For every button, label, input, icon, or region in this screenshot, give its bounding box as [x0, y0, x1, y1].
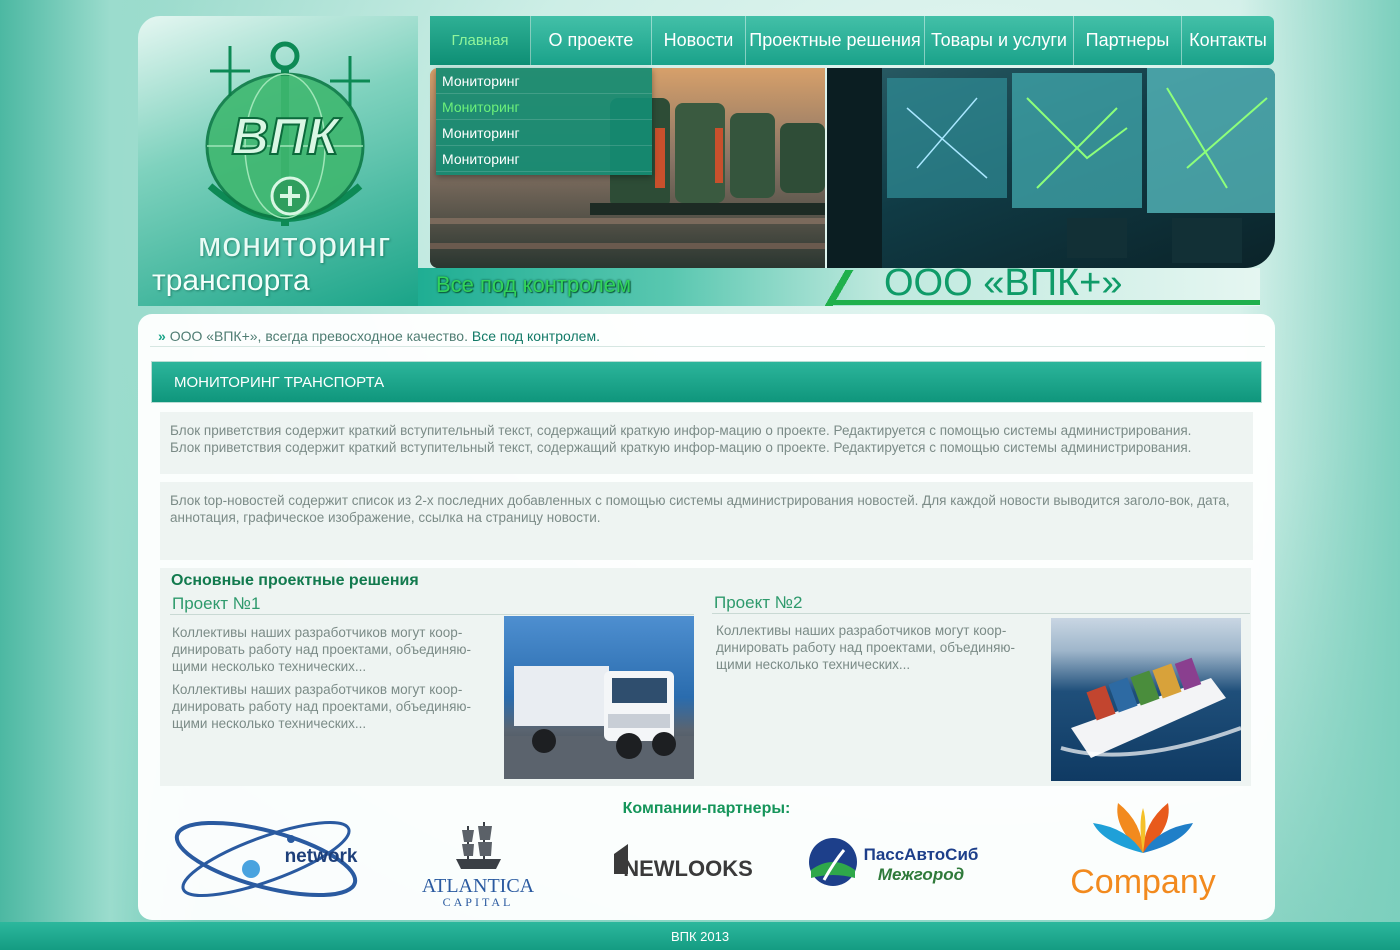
cargo-ship-image[interactable] — [1051, 618, 1241, 781]
nav-solutions[interactable]: Проектные решения — [746, 16, 925, 65]
nav-partners[interactable]: Партнеры — [1074, 16, 1182, 65]
dropdown-item-monitoring-3[interactable]: Мониторинг — [436, 120, 652, 146]
partner-company-logo[interactable]: Company — [1043, 798, 1243, 908]
project-1-text-2: Коллективы наших разработчиков могут коо… — [172, 682, 472, 731]
main-content: » ООО «ВПК+», всегда превосходное качест… — [138, 314, 1275, 920]
breadcrumb: » ООО «ВПК+», всегда превосходное качест… — [158, 328, 600, 344]
welcome-block: Блок приветствия содержит краткий вступи… — [160, 412, 1253, 474]
section-title: МОНИТОРИНГ ТРАНСПОРТА — [151, 361, 1262, 403]
partner-company-text: Company — [1070, 863, 1216, 901]
project-2-divider — [712, 613, 1250, 614]
partner-atlantica-logo[interactable]: ATLANTICA CAPITAL — [406, 814, 551, 909]
projects-block: Основные проектные решения Проект №1 Кол… — [160, 568, 1251, 786]
breadcrumb-link[interactable]: Все под контролем. — [472, 328, 600, 344]
slogan-text: Все под контролем — [436, 272, 632, 297]
project-2-title[interactable]: Проект №2 — [714, 593, 802, 613]
logo-word-transport: транспорта — [152, 264, 310, 297]
partner-atlantica-text-1: ATLANTICA — [422, 875, 535, 897]
partner-passavtosib-logo[interactable]: ПассАвтоСиб Межгород — [801, 814, 991, 909]
company-name: ООО «ВПК+» — [884, 262, 1123, 304]
partner-newlooks-text: NEWLOOKS — [623, 856, 753, 881]
breadcrumb-arrow: » — [158, 328, 166, 344]
anchor-globe-icon: ВПК — [205, 41, 370, 226]
partner-network-text: network — [285, 846, 358, 867]
project-2-text-1: Коллективы наших разработчиков могут коо… — [716, 623, 1016, 672]
main-nav: Главная О проекте Новости Проектные реше… — [430, 16, 1274, 65]
control-room-photo — [827, 68, 1275, 268]
nav-news[interactable]: Новости — [652, 16, 746, 65]
partner-passavtosib-text-2: Межгород — [878, 865, 964, 884]
divider — [150, 346, 1265, 347]
welcome-line-1: Блок приветствия содержит краткий вступи… — [170, 423, 1192, 438]
partner-atlantica-text-2: CAPITAL — [443, 895, 514, 909]
emblem-text: ВПК — [232, 108, 342, 166]
breadcrumb-text: ООО «ВПК+», всегда превосходное качество… — [169, 328, 468, 344]
dropdown-item-monitoring-2[interactable]: Мониторинг — [436, 94, 652, 120]
top-news-text: Блок top-новостей содержит список из 2-х… — [170, 493, 1230, 525]
nav-goods-services[interactable]: Товары и услуги — [925, 16, 1074, 65]
project-1-divider — [170, 614, 694, 615]
top-news-block: Блок top-новостей содержит список из 2-х… — [160, 482, 1253, 560]
project-1-text-1: Коллективы наших разработчиков могут коо… — [172, 625, 472, 674]
footer: ВПК 2013 — [0, 922, 1400, 950]
nav-home[interactable]: Главная — [430, 16, 531, 65]
projects-title: Основные проектные решения — [171, 572, 419, 589]
truck-image[interactable] — [504, 616, 694, 779]
nav-contacts[interactable]: Контакты — [1182, 16, 1274, 65]
footer-copyright: ВПК 2013 — [670, 928, 730, 944]
dropdown-item-monitoring-1[interactable]: Мониторинг — [436, 68, 652, 94]
welcome-line-2: Блок приветствия содержит краткий вступи… — [170, 440, 1192, 455]
partner-network-logo[interactable]: network — [166, 814, 376, 909]
dropdown-item-monitoring-4[interactable]: Мониторинг — [436, 146, 652, 172]
partner-newlooks-logo[interactable]: NEWLOOKS — [593, 814, 763, 909]
nav-dropdown: Мониторинг Мониторинг Мониторинг Монитор… — [436, 68, 652, 175]
project-1-title[interactable]: Проект №1 — [172, 594, 260, 614]
nav-about[interactable]: О проекте — [531, 16, 652, 65]
partner-passavtosib-text-1: ПассАвтоСиб — [864, 845, 979, 864]
logo-word-monitoring: мониторинг — [198, 226, 392, 264]
site-logo[interactable]: ВПК мониторинг транспорта — [138, 16, 418, 306]
